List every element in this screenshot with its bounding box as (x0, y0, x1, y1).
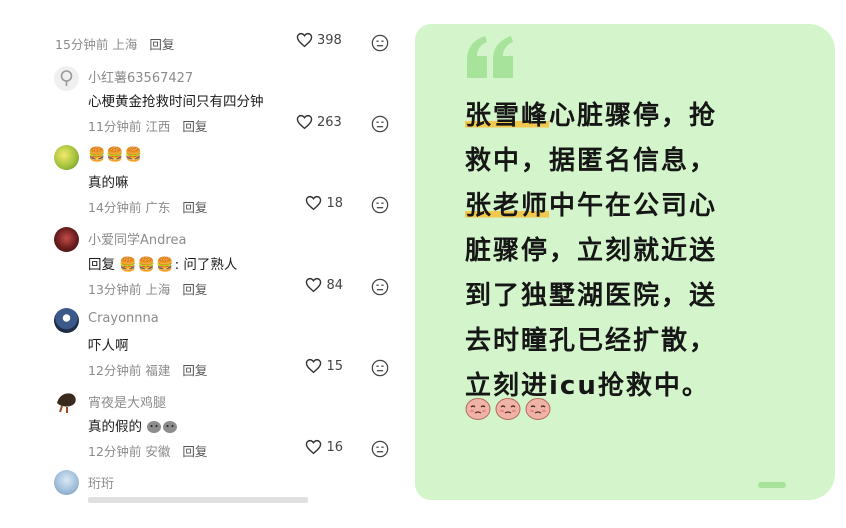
highlighted-name: 张雪峰 (465, 101, 550, 131)
comment-text: 心梗黄金抢救时间只有四分钟 (88, 94, 264, 110)
dislike-face-icon[interactable] (371, 359, 389, 377)
reply-button[interactable]: 回复 (182, 363, 207, 378)
comment-text: 吓人啊 (88, 338, 129, 354)
crying-face-icon (525, 398, 551, 420)
reply-body: : 问了熟人 (174, 257, 238, 273)
avatar[interactable] (54, 470, 79, 495)
comment-item: 珩珩 (0, 470, 410, 528)
reply-button[interactable]: 回复 (182, 444, 207, 459)
comment-text-body: 真的假的 (88, 419, 142, 435)
comment-time: 15分钟前 (55, 37, 109, 52)
comment-time: 11分钟前 (88, 119, 142, 134)
quote-line-text: 中午在公司心 (549, 191, 718, 221)
comment-item: Crayonnna 吓人啊 12分钟前 福建 回复 15 (0, 308, 410, 380)
comment-time: 12分钟前 (88, 444, 142, 459)
comment-location: 安徽 (145, 444, 171, 459)
comment-list: 15分钟前 上海 回复 398 小红薯63567427 心梗黄金抢救时间只有四分… (0, 0, 410, 528)
comment-text: 真的嘛 (88, 175, 129, 191)
quote-card: 张雪峰心脏骤停，抢 救中，据匿名信息， 张老师中午在公司心 脏骤停，立刻就近送 … (415, 24, 835, 500)
like-count: 263 (317, 114, 342, 130)
comment-item: 小爱同学Andrea 回复 🍔🍔🍔: 问了熟人 13分钟前 上海 回复 84 (0, 227, 410, 299)
comment-username[interactable]: 🍔🍔🍔 (88, 147, 143, 163)
heart-icon (306, 439, 322, 455)
heart-icon (306, 277, 322, 293)
comment-location: 江西 (145, 119, 171, 134)
reply-button[interactable]: 回复 (182, 200, 207, 215)
quote-line: 到了独墅湖医院，送 (465, 281, 718, 311)
comment-meta: 15分钟前 上海 回复 (55, 34, 174, 53)
like-count: 16 (326, 439, 343, 455)
scroll-indicator (758, 482, 786, 488)
comment-meta: 13分钟前 上海 回复 (88, 279, 207, 298)
comment-username[interactable]: 珩珩 (88, 473, 114, 492)
avatar[interactable] (54, 389, 79, 414)
like-button[interactable]: 398 (296, 32, 342, 48)
heart-icon (296, 32, 313, 48)
like-count: 84 (326, 277, 343, 293)
comment-meta: 11分钟前 江西 回复 (88, 116, 207, 135)
quote-line: 救中，据匿名信息， (465, 146, 718, 176)
comment-username[interactable]: 宵夜是大鸡腿 (88, 392, 166, 411)
comment-item: 小红薯63567427 心梗黄金抢救时间只有四分钟 11分钟前 江西 回复 26… (0, 64, 410, 136)
comment-item: 🍔🍔🍔 真的嘛 14分钟前 广东 回复 18 (0, 145, 410, 217)
comment-username[interactable]: 小红薯63567427 (88, 67, 193, 86)
quote-line: 张雪峰心脏骤停，抢 (465, 94, 765, 139)
comment-meta: 12分钟前 福建 回复 (88, 360, 207, 379)
avatar[interactable] (54, 145, 79, 170)
like-button[interactable]: 263 (296, 114, 342, 130)
highlighted-name: 张老师 (465, 191, 550, 221)
quote-line-text: 心脏骤停，抢 (549, 101, 718, 131)
avatar[interactable] (54, 66, 79, 91)
mention-emoji[interactable]: 🍔🍔🍔 (119, 257, 174, 273)
like-button[interactable]: 16 (305, 439, 343, 455)
comment-text: 回复 🍔🍔🍔: 问了熟人 (88, 253, 237, 273)
heart-icon (306, 358, 322, 374)
comment-item: 15分钟前 上海 回复 398 (0, 30, 410, 56)
comment-username[interactable]: 小爱同学Andrea (88, 229, 186, 248)
like-count: 18 (326, 195, 343, 211)
quote-line: 脏骤停，立刻就近送 (465, 236, 718, 266)
dislike-face-icon[interactable] (371, 196, 389, 214)
like-count: 398 (317, 32, 342, 48)
comment-location: 上海 (145, 282, 171, 297)
comment-username[interactable]: Crayonnna (88, 311, 159, 326)
reply-prefix: 回复 (88, 257, 115, 273)
comment-meta: 12分钟前 安徽 回复 (88, 441, 207, 460)
like-button[interactable]: 18 (305, 195, 343, 211)
avatar[interactable] (54, 308, 79, 333)
quote-text: 张雪峰心脏骤停，抢 救中，据匿名信息， 张老师中午在公司心 脏骤停，立刻就近送 … (465, 94, 765, 409)
dislike-face-icon[interactable] (371, 440, 389, 458)
crying-face-icon (465, 398, 491, 420)
comment-location: 福建 (145, 363, 171, 378)
grey-blob-emoji-icon (147, 421, 162, 433)
avatar[interactable] (54, 227, 79, 252)
crying-face-row (465, 396, 551, 420)
quote-line: 去时瞳孔已经扩散， (465, 326, 718, 356)
dislike-face-icon[interactable] (371, 34, 389, 52)
like-button[interactable]: 84 (305, 277, 343, 293)
like-count: 15 (326, 358, 343, 374)
reply-button[interactable]: 回复 (182, 119, 207, 134)
dislike-face-icon[interactable] (371, 115, 389, 133)
comment-text: 真的假的 (88, 415, 178, 435)
comment-location: 广东 (145, 200, 171, 215)
comment-meta: 14分钟前 广东 回复 (88, 197, 207, 216)
comment-time: 14分钟前 (88, 200, 142, 215)
quote-line: 张老师中午在公司心 (465, 184, 765, 229)
like-button[interactable]: 15 (305, 358, 343, 374)
dislike-face-icon[interactable] (371, 278, 389, 296)
comment-time: 12分钟前 (88, 363, 142, 378)
comment-item: 宵夜是大鸡腿 真的假的 12分钟前 安徽 回复 16 (0, 389, 410, 461)
comment-location: 上海 (112, 37, 138, 52)
reply-button[interactable]: 回复 (149, 37, 174, 52)
truncated-comment-text (88, 497, 308, 503)
crying-face-icon (495, 398, 521, 420)
heart-icon (306, 195, 322, 211)
grey-blob-emoji-icon (163, 421, 178, 433)
comment-time: 13分钟前 (88, 282, 142, 297)
heart-icon (296, 114, 313, 130)
reply-button[interactable]: 回复 (182, 282, 207, 297)
quote-mark-icon (467, 36, 513, 78)
